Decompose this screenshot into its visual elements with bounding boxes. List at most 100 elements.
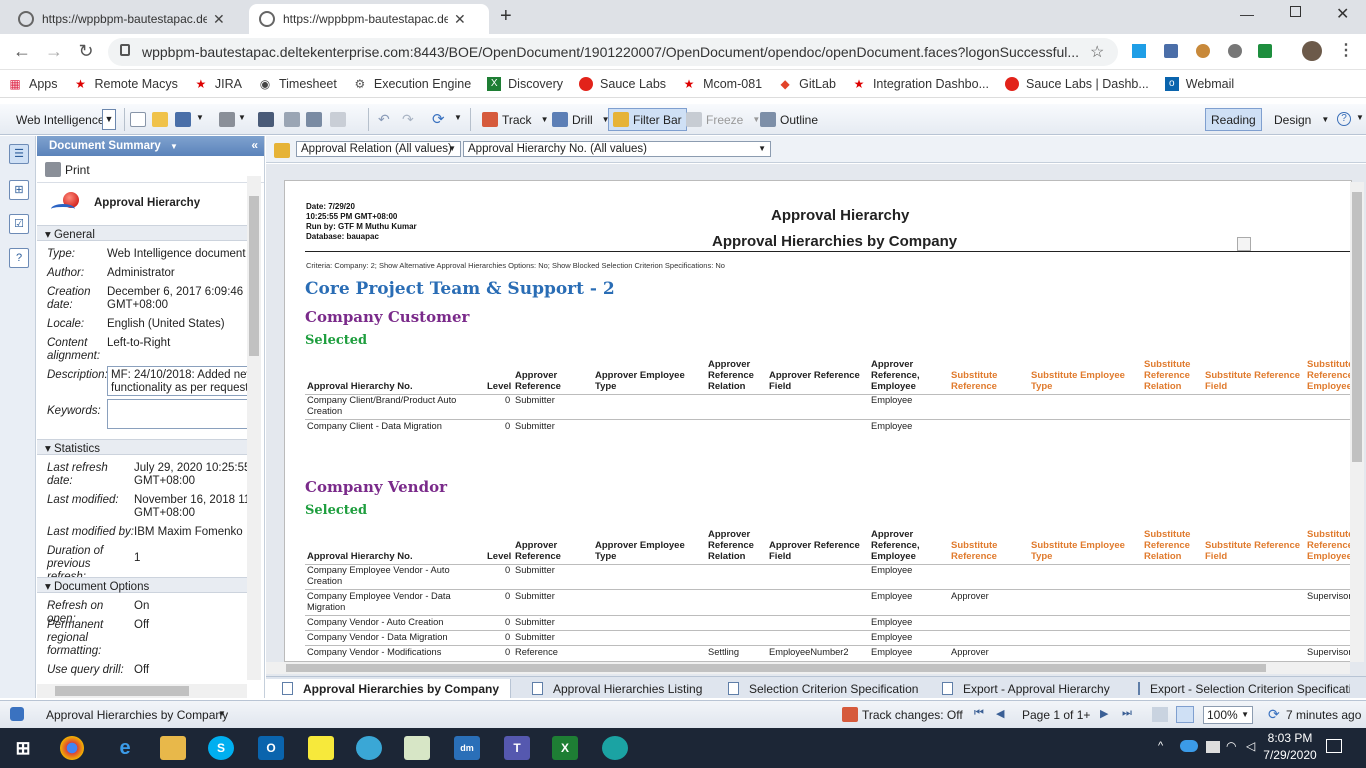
description-field[interactable]: MF: 24/10/2018: Added new functionality … — [107, 366, 255, 396]
zoom-select[interactable]: 100% ▼ — [1203, 706, 1253, 724]
wifi-icon[interactable]: ◠ — [1226, 739, 1236, 753]
new-tab-button[interactable]: + — [500, 5, 512, 28]
drill-button[interactable]: Drill ▼ — [552, 109, 610, 130]
print-button[interactable]: Print — [45, 162, 90, 177]
forward-icon[interactable]: → — [44, 42, 64, 60]
bookmark-execution-engine[interactable]: ⚙ Execution Engine — [353, 77, 471, 91]
reading-mode-button[interactable]: Reading — [1205, 108, 1262, 131]
sticky-notes-icon[interactable] — [308, 736, 334, 760]
windows-extension-icon[interactable] — [1132, 44, 1146, 58]
url-input[interactable]: wppbpm-bautestapac.deltekenterprise.com:… — [108, 38, 1118, 66]
sheets-extension-icon[interactable] — [1258, 44, 1272, 58]
history-icon[interactable] — [284, 112, 300, 127]
excel-icon[interactable]: X — [552, 736, 578, 760]
general-section-header[interactable]: ▾ General — [37, 225, 257, 241]
first-page-icon[interactable]: ⏮ — [974, 707, 984, 720]
bookmark-sauce-labs-dashboard[interactable]: Sauce Labs | Dashb... — [1005, 76, 1149, 91]
open-folder-icon[interactable] — [152, 112, 168, 127]
tab-export-approval-hierarchy[interactable]: Export - Approval Hierarchy — [942, 679, 1110, 698]
approval-relation-filter[interactable]: Approval Relation (All values) ▼ — [296, 141, 461, 157]
print-icon[interactable] — [219, 112, 235, 127]
bluetooth-extension-icon[interactable] — [1164, 44, 1178, 58]
onedrive-icon[interactable] — [1180, 740, 1198, 752]
circle-extension-icon[interactable] — [1228, 44, 1242, 58]
tab-selection-criterion-specification[interactable]: Selection Criterion Specification — [728, 679, 918, 698]
chrome-icon[interactable] — [60, 736, 84, 760]
report-vertical-scrollbar[interactable] — [1350, 182, 1364, 662]
close-tab-icon[interactable]: ✕ — [454, 11, 466, 28]
tab-approval-hierarchies-by-company[interactable]: Approval Hierarchies by Company — [266, 679, 511, 698]
cookie-extension-icon[interactable] — [1196, 44, 1210, 58]
browser-tab-active[interactable]: https://wppbpm-bautestapac.del ✕ — [249, 4, 489, 34]
email-icon[interactable] — [330, 112, 346, 127]
document-summary-icon[interactable]: ☰ — [9, 144, 29, 164]
report-dropdown-icon[interactable]: ▼ — [218, 709, 226, 718]
notifications-icon[interactable] — [1326, 739, 1342, 753]
show-hidden-icons[interactable]: ^ — [1158, 740, 1163, 752]
find-binoculars-icon[interactable] — [258, 112, 274, 127]
chart-app-icon[interactable] — [404, 736, 430, 760]
dm-app-icon[interactable]: dm — [454, 736, 480, 760]
document-options-section-header[interactable]: ▾ Document Options — [37, 577, 257, 593]
navigation-map-icon[interactable]: ⊞ — [9, 180, 29, 200]
save-dropdown-icon[interactable]: ▼ — [196, 113, 204, 122]
maximize-icon[interactable] — [1290, 6, 1301, 17]
input-controls-icon[interactable]: ☑ — [9, 214, 29, 234]
save-icon[interactable] — [175, 112, 191, 127]
profile-avatar[interactable] — [1302, 41, 1322, 61]
approval-hierarchy-filter[interactable]: Approval Hierarchy No. (All values) ▼ — [463, 141, 771, 157]
statistics-section-header[interactable]: ▾ Statistics — [37, 439, 257, 455]
page-display-icon[interactable] — [1176, 706, 1194, 723]
export-icon[interactable] — [306, 112, 322, 127]
close-tab-icon[interactable]: ✕ — [213, 11, 225, 28]
clock-date[interactable]: 7/29/2020 — [1257, 748, 1323, 762]
outline-button[interactable]: Outline — [760, 109, 818, 130]
teams-icon[interactable]: T — [504, 736, 530, 760]
reload-icon[interactable]: ↻ — [76, 42, 96, 60]
bookmark-apps[interactable]: ▦ Apps — [8, 77, 57, 91]
current-report-label[interactable]: Approval Hierarchies by Company — [46, 708, 228, 722]
menu-kebab-icon[interactable]: ⋮ — [1338, 40, 1354, 60]
bookmark-remote-macys[interactable]: ★ Remote Macys — [74, 77, 178, 91]
app-gear-icon[interactable] — [602, 736, 628, 760]
volume-icon[interactable]: ◁ — [1246, 739, 1255, 753]
bookmark-webmail[interactable]: o Webmail — [1164, 76, 1234, 91]
outlook-icon[interactable]: O — [258, 736, 284, 760]
close-window-icon[interactable]: ✕ — [1336, 4, 1349, 24]
skype-icon[interactable]: S — [208, 736, 234, 760]
redo-icon[interactable]: ↷ — [402, 111, 414, 128]
bookmark-timesheet[interactable]: ◉ Timesheet — [258, 77, 337, 91]
panel-vertical-scrollbar[interactable] — [247, 176, 261, 680]
browser-tab[interactable]: https://wppbpm-bautestapac.del ✕ — [8, 4, 248, 34]
file-explorer-icon[interactable] — [160, 736, 186, 760]
track-button[interactable]: Track ▼ — [482, 109, 548, 130]
tab-approval-hierarchies-listing[interactable]: Approval Hierarchies Listing — [532, 679, 702, 698]
bookmark-mcom[interactable]: ★ Mcom-081 — [682, 77, 762, 91]
help-icon[interactable]: ? — [1337, 112, 1351, 126]
filter-bar-button[interactable]: Filter Bar — [608, 108, 687, 131]
bookmark-gitlab[interactable]: ◆ GitLab — [778, 77, 835, 91]
minimize-icon[interactable]: — — [1240, 6, 1254, 22]
undo-icon[interactable]: ↶ — [378, 111, 390, 128]
print-dropdown-icon[interactable]: ▼ — [238, 113, 246, 122]
freeze-button[interactable]: Freeze ▼ — [686, 109, 760, 130]
bookmark-sauce-labs[interactable]: Sauce Labs — [579, 76, 666, 91]
quick-display-icon[interactable] — [1152, 707, 1168, 722]
design-mode-button[interactable]: Design ▼ — [1274, 109, 1329, 130]
last-page-icon[interactable]: ⏭ — [1122, 707, 1132, 720]
edge-icon[interactable]: e — [112, 736, 138, 760]
keywords-field[interactable] — [107, 399, 255, 429]
refresh-icon[interactable]: ⟳ — [1268, 706, 1280, 723]
clock-time[interactable]: 8:03 PM — [1266, 731, 1314, 745]
battery-icon[interactable] — [1206, 741, 1220, 753]
bookmark-discovery[interactable]: X Discovery — [487, 76, 563, 91]
app-menu-label[interactable]: Web Intelligence — [16, 109, 105, 130]
bookmark-jira[interactable]: ★ JIRA — [194, 77, 241, 91]
page-indicator[interactable]: Page 1 of 1+ — [1022, 708, 1090, 722]
new-document-icon[interactable] — [130, 112, 146, 127]
app-menu-dropdown-icon[interactable]: ▼ — [102, 109, 116, 130]
report-horizontal-scrollbar[interactable] — [266, 662, 1350, 674]
panel-header-dropdown-icon[interactable]: ▼ — [170, 142, 178, 151]
app-circle-icon[interactable] — [356, 736, 382, 760]
windows-start-icon[interactable]: ⊞ — [10, 736, 36, 760]
